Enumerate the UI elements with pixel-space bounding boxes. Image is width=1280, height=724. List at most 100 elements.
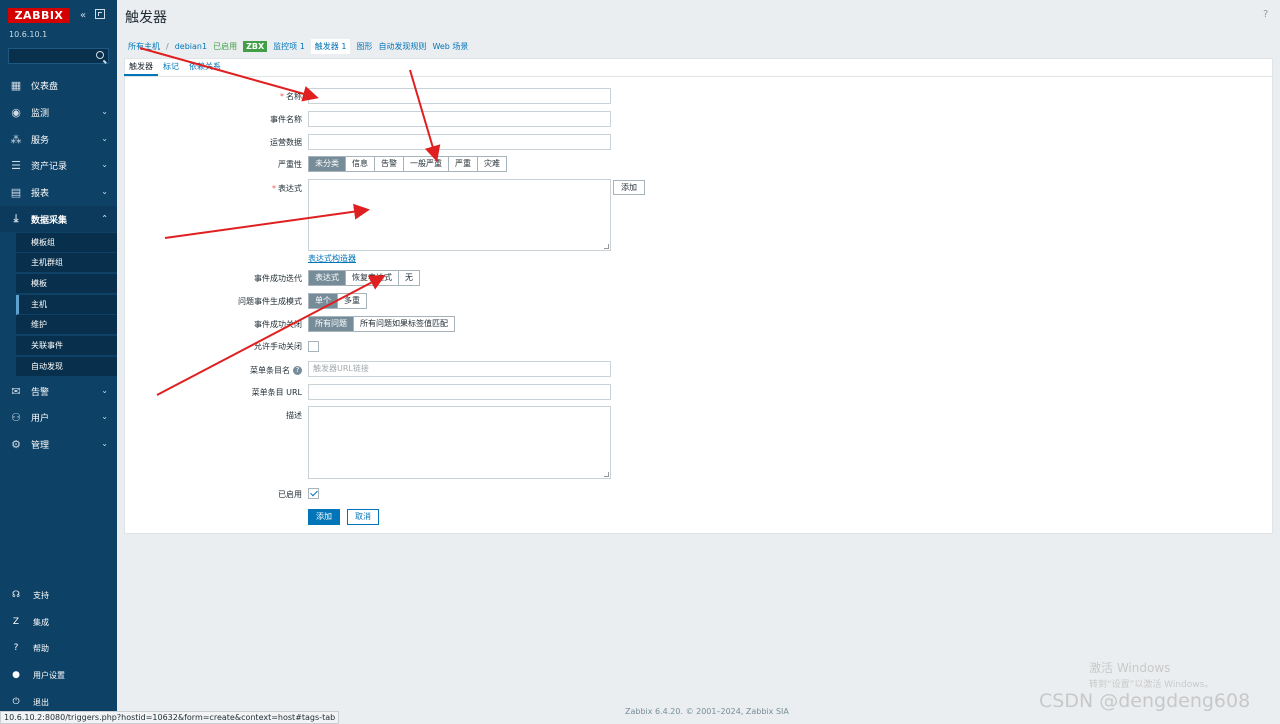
nav-integrations[interactable]: Z 集成 (0, 609, 117, 635)
description-textarea[interactable] (308, 406, 611, 479)
crumb-graphs[interactable]: 图形 (356, 41, 372, 52)
nav-help[interactable]: ? 帮助 (0, 635, 117, 661)
submenu-hosts[interactable]: 主机 (16, 295, 117, 315)
headset-icon: ☊ (12, 590, 20, 600)
name-input[interactable] (308, 88, 611, 104)
crumb-triggers[interactable]: 触发器 1 (310, 38, 351, 54)
problem-mode-selector: 单个 多重 (308, 293, 367, 309)
nav-alerts[interactable]: ✉ 告警 ⌄ (0, 378, 117, 404)
gear-icon: ⚙ (11, 437, 21, 451)
nav-user-settings[interactable]: ● 用户设置 (0, 662, 117, 688)
ok-close-tag-match[interactable]: 所有问题如果标签值匹配 (354, 317, 454, 331)
resize-handle[interactable] (604, 244, 609, 249)
add-button[interactable]: 添加 (308, 509, 340, 525)
severity-label: 严重性 (278, 160, 302, 169)
nav-label: 集成 (33, 617, 49, 627)
help-icon[interactable]: ? (1263, 9, 1268, 20)
windows-activation-title: 激活 Windows (1089, 661, 1171, 675)
search-input[interactable] (8, 48, 109, 64)
collapse-sidebar-icon[interactable]: « (80, 10, 86, 21)
crumb-separator: / (166, 41, 169, 51)
manual-close-checkbox[interactable] (308, 341, 319, 352)
nav-administration[interactable]: ⚙ 管理 ⌄ (0, 431, 117, 457)
menu-url-input[interactable] (308, 384, 611, 400)
expression-label: * 表达式 (272, 183, 302, 194)
problem-mode-single[interactable]: 单个 (309, 294, 338, 308)
nav-users[interactable]: ⚇ 用户 ⌄ (0, 404, 117, 430)
enabled-checkbox[interactable] (308, 488, 319, 499)
nav-services[interactable]: ⁂ 服务 ⌄ (0, 126, 117, 152)
tab-tags[interactable]: 标记 (158, 60, 184, 76)
nav-label: 退出 (33, 697, 49, 707)
breadcrumb: 所有主机 / debian1 已启用 ZBX 监控项 1 触发器 1 图形 自动… (128, 38, 474, 54)
recovery-none[interactable]: 无 (399, 271, 419, 285)
severity-average[interactable]: 一般严重 (404, 157, 449, 171)
user-icon: ● (12, 670, 20, 680)
dashboard-icon: ▦ (10, 78, 22, 92)
services-icon: ⁂ (10, 132, 22, 146)
nav-support[interactable]: ☊ 支持 (0, 582, 117, 608)
download-icon: ⤓ (13, 212, 19, 225)
host-status[interactable]: 已启用 (213, 41, 237, 52)
report-icon: ▤ (10, 185, 22, 199)
submenu-correlation[interactable]: 关联事件 (16, 336, 117, 356)
nav-reports[interactable]: ▤ 报表 ⌄ (0, 179, 117, 205)
page-title: 触发器 (125, 10, 167, 26)
severity-warning[interactable]: 告警 (375, 157, 404, 171)
tab-dependencies[interactable]: 依赖关系 (184, 60, 226, 76)
recovery-expression[interactable]: 表达式 (309, 271, 346, 285)
crumb-items[interactable]: 监控项 1 (273, 41, 305, 52)
ok-close-selector: 所有问题 所有问题如果标签值匹配 (308, 316, 455, 332)
ok-close-label: 事件成功关闭 (254, 320, 302, 329)
crumb-all-hosts[interactable]: 所有主机 (128, 41, 160, 52)
resize-handle[interactable] (604, 472, 609, 477)
crumb-host[interactable]: debian1 (175, 42, 207, 51)
crumb-web-scenarios[interactable]: Web 场景 (432, 41, 468, 52)
opdata-input[interactable] (308, 134, 611, 150)
nav-data-collection[interactable]: ⤓ 数据采集 ⌃ (0, 206, 117, 232)
severity-high[interactable]: 严重 (449, 157, 478, 171)
submenu-discovery[interactable]: 自动发现 (16, 357, 117, 377)
severity-disaster[interactable]: 灾难 (478, 157, 506, 171)
expression-textarea[interactable] (308, 179, 611, 251)
nav-monitoring[interactable]: ◉ 监测 ⌄ (0, 99, 117, 125)
nav-label: 报表 (31, 188, 50, 199)
kiosk-mode-icon[interactable] (95, 9, 105, 19)
nav-inventory[interactable]: ☰ 资产记录 ⌄ (0, 152, 117, 178)
browser-status-url: 10.6.10.2:8080/triggers.php?hostid=10632… (0, 711, 340, 724)
zabbix-logo[interactable]: ZABBIX (8, 8, 70, 23)
recovery-recovery-expression[interactable]: 恢复表达式 (346, 271, 399, 285)
eye-icon: ◉ (11, 105, 21, 119)
ok-close-all[interactable]: 所有问题 (309, 317, 354, 331)
chevron-down-icon: ⌄ (101, 160, 108, 169)
expression-builder-link[interactable]: 表达式构造器 (308, 253, 356, 264)
expression-label-text: 表达式 (278, 184, 302, 193)
severity-selector: 未分类 信息 告警 一般严重 严重 灾难 (308, 156, 507, 172)
menu-name-input[interactable]: 触发器URL链接 (308, 361, 611, 377)
users-icon: ⚇ (11, 410, 21, 424)
severity-information[interactable]: 信息 (346, 157, 375, 171)
problem-mode-multiple[interactable]: 多重 (338, 294, 366, 308)
tabs-divider (124, 76, 1273, 77)
expression-add-button[interactable]: 添加 (613, 180, 645, 195)
enabled-label: 已启用 (278, 490, 302, 499)
opdata-label: 运营数据 (270, 138, 302, 147)
footer-copyright: Zabbix 6.4.20. © 2001–2024, Zabbix SIA (625, 707, 789, 716)
nav-dashboard[interactable]: ▦ 仪表盘 (0, 72, 117, 98)
event-name-input[interactable] (308, 111, 611, 127)
submenu-maintenance[interactable]: 维护 (16, 315, 117, 335)
nav-label: 用户设置 (33, 670, 65, 680)
chevron-down-icon: ⌄ (101, 187, 108, 196)
cancel-button[interactable]: 取消 (347, 509, 379, 525)
form-tabs: 触发器 标记 依赖关系 (124, 60, 226, 76)
submenu-template-groups[interactable]: 模板组 (16, 233, 117, 253)
windows-activation-hint: 转到“设置”以激活 Windows。 (1089, 680, 1214, 690)
tab-trigger[interactable]: 触发器 (124, 60, 158, 76)
severity-not-classified[interactable]: 未分类 (309, 157, 346, 171)
submenu-templates[interactable]: 模板 (16, 274, 117, 294)
chevron-down-icon: ⌄ (101, 412, 108, 421)
crumb-discovery-rules[interactable]: 自动发现规则 (378, 41, 426, 52)
info-icon[interactable]: ? (293, 366, 302, 375)
submenu-host-groups[interactable]: 主机群组 (16, 253, 117, 273)
search-icon[interactable] (96, 51, 104, 59)
